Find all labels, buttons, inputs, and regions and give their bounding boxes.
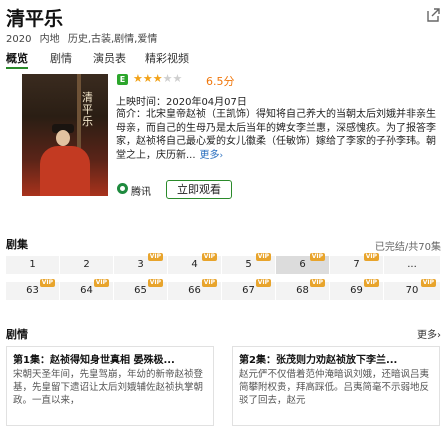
plot-cards: 第1集：赵祯得知身世真相 晏殊极... 宋朝天圣年间，先皇驾崩，年幼的新帝赵祯登… (6, 346, 441, 426)
vip-badge: VIP (147, 279, 163, 287)
episodes-title: 剧集 (6, 238, 28, 251)
episode-6[interactable]: 6 VIP (276, 253, 329, 274)
plot-card-body: 宋朝天圣年间，先皇驾崩，年幼的新帝赵祯登基，先皇留下遗诏让太后刘娥辅佐赵祯执掌朝… (13, 369, 204, 406)
chevron-right-icon: › (219, 150, 224, 161)
plot-card-body: 赵元俨不仅借着范仲淹暗讽刘娥，还暗讽吕夷简攀附权贵，拜高踩低。吕夷简毫不示弱地反… (239, 369, 430, 406)
meta-year: 2020 (6, 34, 32, 45)
vip-badge: VIP (255, 253, 271, 261)
synopsis-more-link[interactable]: 更多› (200, 150, 224, 161)
vip-badge: VIP (39, 279, 55, 287)
rating-score: 6.5分 (206, 75, 235, 88)
vip-badge: VIP (420, 279, 436, 287)
episode-more[interactable]: ... (384, 256, 440, 274)
vip-badge: VIP (201, 253, 217, 261)
poster-logo: 清平乐 (82, 91, 93, 128)
rating: E ★★★★★ 6.5分 (116, 72, 316, 88)
watch-now-button[interactable]: 立即观看 (166, 180, 232, 199)
tab-cast[interactable]: 演员表 (93, 50, 126, 66)
episode-4[interactable]: 4 VIP (168, 253, 221, 274)
tab-videos[interactable]: 精彩视频 (145, 50, 189, 66)
star-icon: ★ (162, 72, 173, 85)
episode-2[interactable]: 2 (60, 256, 113, 274)
tab-plot[interactable]: 剧情 (50, 50, 72, 66)
episode-65[interactable]: 65 VIP (114, 279, 167, 300)
episodes-status: 已完结/共70集 (374, 242, 441, 253)
episode-69[interactable]: 69 VIP (330, 279, 383, 300)
episode-5[interactable]: 5 VIP (222, 253, 275, 274)
plot-section-title: 剧情 (6, 328, 28, 341)
release-date: 上映时间：2020年04月07日 (116, 97, 247, 108)
meta-info: 2020 内地 历史,古装,剧情,爱情 (6, 30, 162, 45)
vip-badge: VIP (201, 279, 217, 287)
rating-source-icon: E (117, 74, 128, 85)
plot-card-title: 第1集：赵祯得知身世真相 晏殊极... (13, 355, 175, 366)
star-icon: ★ (172, 72, 183, 85)
vip-badge: VIP (309, 279, 325, 287)
episode-68[interactable]: 68 VIP (276, 279, 329, 300)
vip-badge: VIP (255, 279, 271, 287)
tencent-video-icon (117, 183, 128, 194)
episode-67[interactable]: 67 VIP (222, 279, 275, 300)
share-icon[interactable] (425, 7, 441, 23)
episode-1[interactable]: 1 (6, 256, 59, 274)
episode-64[interactable]: 64 VIP (60, 279, 113, 300)
plot-more-link[interactable]: 更多› (417, 326, 441, 341)
episode-66[interactable]: 66 VIP (168, 279, 221, 300)
rating-stars: ★★★★★ (133, 72, 182, 85)
episode-7[interactable]: 7 VIP (330, 253, 383, 274)
vip-badge: VIP (309, 253, 325, 261)
meta-genres: 历史,古装,剧情,爱情 (67, 34, 158, 45)
meta-region: 内地 (39, 34, 60, 45)
episode-63[interactable]: 63 VIP (6, 279, 59, 300)
plot-card-2[interactable]: 第2集：张茂则力劝赵祯放下李兰... 赵元俨不仅借着范仲淹暗讽刘娥，还暗讽吕夷简… (232, 346, 440, 426)
star-icon: ★ (133, 72, 143, 85)
episode-70[interactable]: 70 VIP (384, 279, 440, 300)
synopsis: 简介：北宋皇帝赵祯（王凯饰）得知将自己养大的当朝太后刘娥并非亲生母亲，而自己的生… (116, 108, 438, 163)
synopsis-text: 简介：北宋皇帝赵祯（王凯饰）得知将自己养大的当朝太后刘娥并非亲生母亲，而自己的生… (116, 109, 436, 161)
chevron-right-icon: › (437, 330, 441, 341)
episode-3[interactable]: 3 VIP (114, 253, 167, 274)
detail-header: 清平乐 2020 内地 历史,古装,剧情,爱情 (0, 0, 447, 52)
vip-badge: VIP (147, 253, 163, 261)
vip-badge: VIP (363, 253, 379, 261)
plot-card-title: 第2集：张茂则力劝赵祯放下李兰... (239, 355, 398, 366)
tab-bar: 概览 剧情 演员表 精彩视频 (0, 50, 447, 69)
source-label: 腾讯 (131, 187, 151, 198)
vip-badge: VIP (93, 279, 109, 287)
plot-card-1[interactable]: 第1集：赵祯得知身世真相 晏殊极... 宋朝天圣年间，先皇驾崩，年幼的新帝赵祯登… (6, 346, 214, 426)
tab-overview[interactable]: 概览 (6, 50, 28, 69)
page-title: 清平乐 (6, 8, 64, 30)
vip-badge: VIP (363, 279, 379, 287)
star-icon: ★ (152, 72, 163, 85)
star-icon: ★ (142, 72, 153, 85)
poster-image[interactable]: 清平乐 (22, 74, 108, 196)
